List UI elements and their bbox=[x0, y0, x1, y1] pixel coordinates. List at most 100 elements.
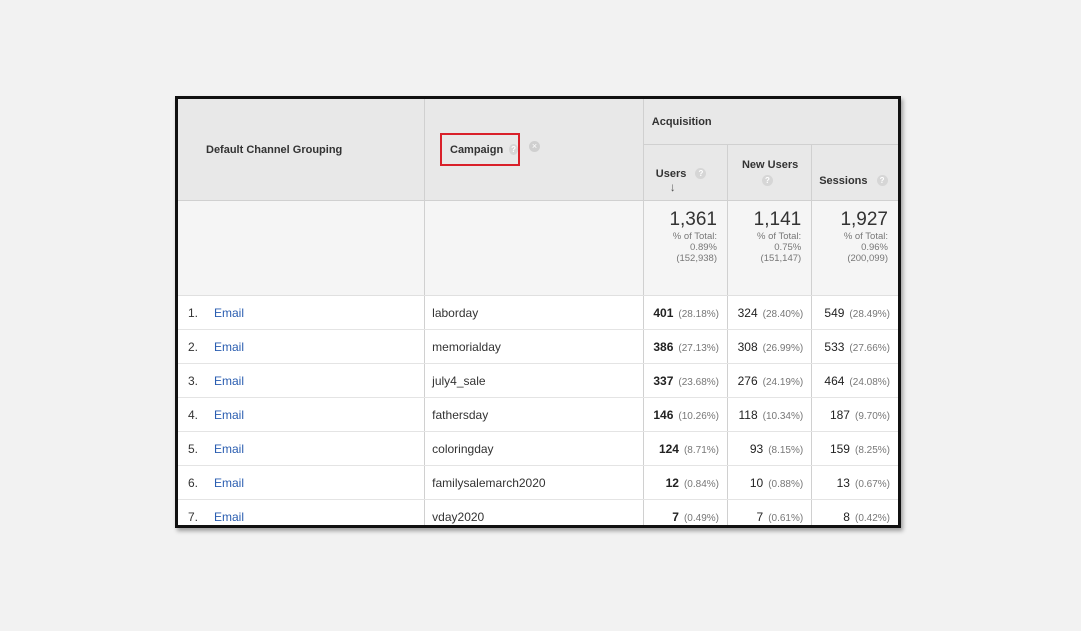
users-cell: 7 (0.49%) bbox=[643, 499, 728, 525]
sessions-total-label: % of Total: bbox=[843, 231, 888, 242]
remove-dimension-icon[interactable]: × bbox=[529, 141, 540, 152]
users-value: 146 bbox=[653, 407, 674, 422]
table-row: 6. Email familysalemarch2020 12 (0.84%) 10… bbox=[178, 465, 898, 500]
channel-link[interactable]: Email bbox=[212, 306, 244, 320]
sort-descending-icon[interactable]: ↓ bbox=[670, 180, 676, 194]
sessions-percent: (28.49%) bbox=[849, 308, 890, 320]
sessions-total-value: 1,927 bbox=[840, 209, 888, 230]
sessions-percent: (8.25%) bbox=[854, 444, 890, 456]
channel-link[interactable]: Email bbox=[212, 510, 244, 524]
column-header-sessions[interactable]: Sessions ? bbox=[812, 145, 898, 201]
campaign-cell: vday2020 bbox=[424, 499, 644, 525]
campaign-header-label: Campaign bbox=[450, 143, 504, 156]
new-users-total-cell: 1,141 % of Total: 0.75% (151,147) bbox=[727, 200, 813, 296]
new-users-value: 10 bbox=[749, 475, 764, 490]
sessions-total-pct: 0.96% bbox=[861, 242, 888, 253]
dimension-header-label: Default Channel Grouping bbox=[206, 143, 343, 156]
report-table-frame: Default Channel Grouping Acquisition Use… bbox=[175, 96, 901, 528]
users-value: 401 bbox=[653, 305, 674, 320]
new-users-value: 324 bbox=[737, 305, 758, 320]
users-percent: (28.18%) bbox=[678, 308, 719, 320]
row-rank: 2. bbox=[188, 339, 199, 354]
channel-cell: 5. Email bbox=[178, 431, 426, 466]
channel-link[interactable]: Email bbox=[212, 476, 244, 490]
channel-cell: 7. Email bbox=[178, 499, 426, 525]
row-rank: 4. bbox=[188, 407, 199, 422]
new-users-percent: (28.40%) bbox=[762, 308, 804, 320]
campaign-cell: july4_sale bbox=[424, 363, 644, 398]
users-total-value: 1,361 bbox=[669, 209, 717, 230]
sessions-value: 187 bbox=[829, 407, 850, 422]
sessions-value: 13 bbox=[836, 475, 850, 490]
sessions-value: 8 bbox=[843, 509, 850, 524]
row-rank: 6. bbox=[188, 475, 199, 490]
table-row: 5. Email coloringday 124 (8.71%) 93 (8.15%)… bbox=[178, 431, 898, 466]
channel-cell: 1. Email bbox=[178, 295, 426, 330]
channel-link[interactable]: Email bbox=[212, 408, 244, 422]
campaign-cell: familysalemarch2020 bbox=[424, 465, 644, 500]
sessions-value: 549 bbox=[824, 305, 845, 320]
acquisition-label: Acquisition bbox=[651, 115, 712, 128]
users-cell: 401 (28.18%) bbox=[643, 295, 728, 330]
channel-link[interactable]: Email bbox=[212, 340, 244, 354]
sessions-cell: 549 (28.49%) bbox=[811, 295, 898, 330]
row-rank: 5. bbox=[188, 441, 199, 456]
new-users-percent: (10.34%) bbox=[762, 410, 804, 422]
new-users-cell: 93 (8.15%) bbox=[727, 431, 813, 466]
table-row: 1. Email laborday 401 (28.18%) 324 (28.40%)… bbox=[178, 295, 898, 330]
sessions-percent: (9.70%) bbox=[854, 410, 890, 422]
users-percent: (0.84%) bbox=[683, 478, 719, 490]
new-users-cell: 10 (0.88%) bbox=[727, 465, 813, 500]
sessions-cell: 187 (9.70%) bbox=[811, 397, 898, 432]
report-table: Default Channel Grouping Acquisition Use… bbox=[178, 99, 898, 525]
new-users-percent: (0.88%) bbox=[768, 478, 804, 490]
users-total-overall: (152,938) bbox=[676, 253, 717, 264]
new-users-value: 7 bbox=[756, 509, 764, 524]
new-users-value: 118 bbox=[738, 407, 758, 422]
table-row: 4. Email fathersday 146 (10.26%) 118 (10.34… bbox=[178, 397, 898, 432]
users-total-label: % of Total: bbox=[672, 231, 717, 242]
sessions-total-overall: (200,099) bbox=[847, 253, 888, 264]
new-users-value: 308 bbox=[737, 339, 758, 354]
sessions-value: 533 bbox=[824, 339, 845, 354]
campaign-dimension-highlight[interactable]: Campaign ? bbox=[440, 133, 520, 166]
users-value: 337 bbox=[653, 373, 674, 388]
channel-link[interactable]: Email bbox=[212, 442, 244, 456]
sessions-header-label: Sessions bbox=[819, 174, 868, 187]
campaign-cell: laborday bbox=[424, 295, 644, 330]
sessions-help-icon[interactable]: ? bbox=[876, 175, 888, 187]
new-users-total-pct: 0.75% bbox=[774, 242, 802, 253]
users-value: 12 bbox=[665, 475, 679, 490]
users-value: 124 bbox=[658, 441, 679, 456]
users-cell: 12 (0.84%) bbox=[643, 465, 728, 500]
sessions-value: 464 bbox=[824, 373, 845, 388]
sessions-percent: (24.08%) bbox=[849, 376, 890, 388]
column-header-new-users[interactable]: New Users ? bbox=[727, 144, 813, 201]
new-users-value: 276 bbox=[737, 373, 758, 388]
users-help-icon[interactable]: ? bbox=[695, 168, 707, 180]
new-users-help-icon[interactable]: ? bbox=[761, 175, 773, 186]
campaign-help-icon[interactable]: ? bbox=[509, 144, 518, 155]
new-users-cell: 324 (28.40%) bbox=[727, 295, 813, 330]
campaign-cell: memorialday bbox=[424, 329, 644, 364]
users-value: 7 bbox=[672, 509, 679, 524]
new-users-percent: (24.19%) bbox=[762, 376, 804, 388]
row-rank: 3. bbox=[188, 373, 199, 388]
new-users-cell: 118 (10.34%) bbox=[727, 397, 813, 432]
users-header-label: Users bbox=[655, 167, 687, 180]
sessions-value: 159 bbox=[829, 441, 850, 456]
users-cell: 146 (10.26%) bbox=[643, 397, 728, 432]
column-header-default-channel-grouping[interactable]: Default Channel Grouping bbox=[178, 99, 426, 201]
campaign-cell: coloringday bbox=[424, 431, 644, 466]
new-users-header-label: New Users bbox=[741, 159, 799, 171]
users-percent: (0.49%) bbox=[683, 512, 719, 524]
totals-row: 1,361 % of Total: 0.89% (152,938) 1,141 … bbox=[178, 200, 898, 296]
table-body: 1. Email laborday 401 (28.18%) 324 (28.40%)… bbox=[178, 295, 898, 525]
campaign-cell: fathersday bbox=[424, 397, 644, 432]
new-users-total-label: % of Total: bbox=[757, 231, 802, 242]
column-header-users[interactable]: Users ? ↓ bbox=[643, 144, 728, 201]
table-row: 2. Email memorialday 386 (27.13%) 308 (26.9… bbox=[178, 329, 898, 364]
sessions-percent: (27.66%) bbox=[849, 342, 890, 354]
users-percent: (8.71%) bbox=[683, 444, 719, 456]
channel-link[interactable]: Email bbox=[212, 374, 244, 388]
